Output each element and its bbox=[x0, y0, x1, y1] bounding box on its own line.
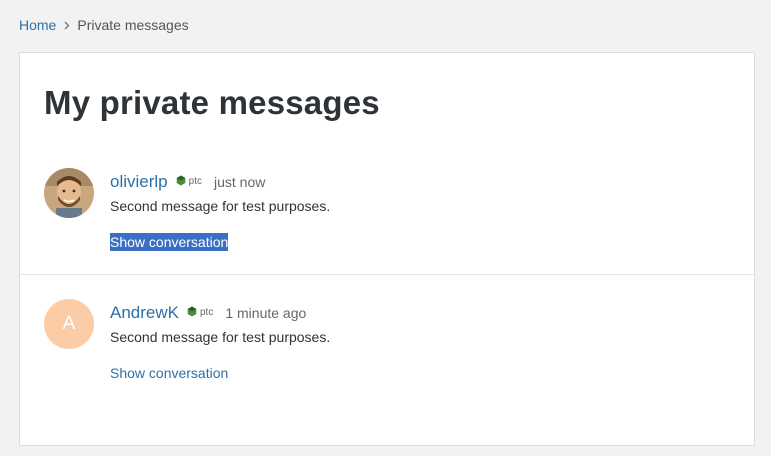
show-conversation-link[interactable]: Show conversation bbox=[110, 233, 229, 251]
message-item: A AndrewK ptc 1 minute ago Second messag… bbox=[20, 276, 754, 426]
username-link[interactable]: AndrewK bbox=[110, 302, 179, 324]
avatar[interactable] bbox=[44, 168, 94, 218]
avatar[interactable]: A bbox=[44, 299, 94, 349]
hexagon-icon bbox=[187, 306, 197, 321]
breadcrumb-current: Private messages bbox=[77, 17, 189, 33]
username-link[interactable]: olivierlp bbox=[110, 171, 168, 193]
show-conversation-link[interactable]: Show conversation bbox=[110, 364, 228, 382]
badge-label: ptc bbox=[199, 307, 214, 318]
breadcrumb: Home Private messages bbox=[19, 16, 189, 34]
message-item: olivierlp ptc just now Second message fo… bbox=[20, 156, 754, 275]
ptc-badge: ptc bbox=[187, 306, 213, 321]
message-time: 1 minute ago bbox=[225, 305, 307, 321]
user-photo-icon bbox=[44, 168, 94, 218]
avatar-letter: A bbox=[62, 313, 76, 334]
page-title: My private messages bbox=[44, 84, 380, 121]
message-time: just now bbox=[213, 174, 266, 190]
messages-card: My private messages olivierlp ptc just n… bbox=[19, 52, 755, 446]
message-body: Second message for test purposes. bbox=[110, 329, 331, 345]
chevron-right-icon bbox=[64, 21, 70, 30]
badge-label: ptc bbox=[188, 176, 202, 187]
hexagon-icon bbox=[176, 175, 186, 190]
message-body: Second message for test purposes. bbox=[110, 198, 331, 214]
ptc-badge: ptc bbox=[176, 175, 202, 190]
breadcrumb-home-link[interactable]: Home bbox=[19, 16, 56, 34]
